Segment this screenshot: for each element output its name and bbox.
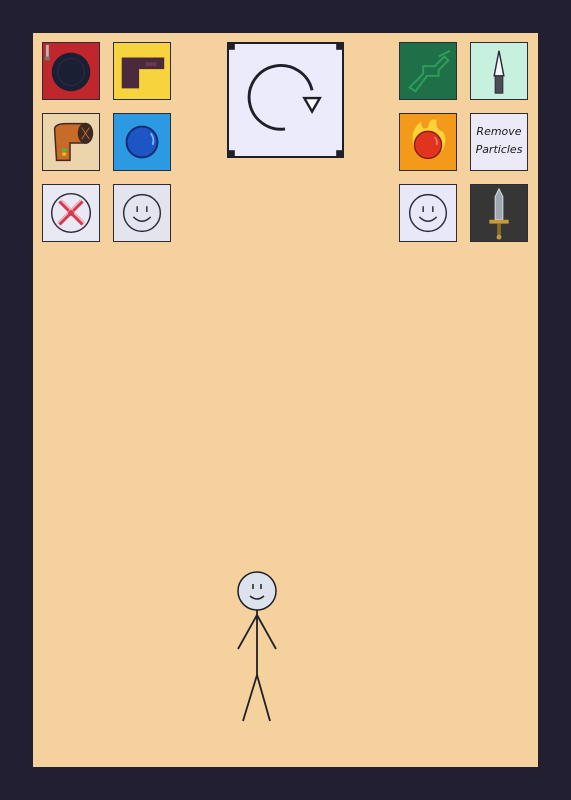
- tool-sword[interactable]: [470, 184, 528, 242]
- tool-cannon[interactable]: [42, 113, 100, 171]
- cross-target-icon: [50, 192, 92, 234]
- tool-green-gun[interactable]: [399, 42, 457, 100]
- pistol-icon: [121, 57, 165, 89]
- reset-button[interactable]: [227, 42, 344, 158]
- smiley-face-icon: [122, 193, 162, 233]
- tool-smiley-right[interactable]: [399, 184, 457, 242]
- stick-figure-character[interactable]: [229, 569, 285, 729]
- sword-icon: [489, 187, 509, 240]
- tool-knife[interactable]: [470, 42, 528, 100]
- record-disc-icon: [44, 44, 91, 92]
- smiley-face-icon: [408, 193, 448, 233]
- tool-pistol[interactable]: [113, 42, 171, 100]
- tool-remove-particles[interactable]: Remove Particles: [470, 113, 528, 171]
- green-gun-icon: [408, 49, 451, 93]
- particles-label: Particles: [475, 143, 523, 156]
- stick-figure-icon: [237, 571, 277, 722]
- tool-cross-target[interactable]: [42, 184, 100, 242]
- knife-icon: [493, 50, 505, 94]
- tool-fire-ball[interactable]: [399, 113, 457, 171]
- rotate-icon: [229, 44, 342, 156]
- remove-label: Remove: [476, 125, 522, 138]
- fire-ball-icon: [412, 119, 446, 160]
- blue-ball-icon: [125, 125, 159, 159]
- cannon-icon: [53, 122, 94, 162]
- game-stage[interactable]: Remove Particles: [33, 33, 538, 767]
- tool-record-disc[interactable]: [42, 42, 100, 100]
- tool-blue-ball[interactable]: [113, 113, 171, 171]
- tool-smiley-left[interactable]: [113, 184, 171, 242]
